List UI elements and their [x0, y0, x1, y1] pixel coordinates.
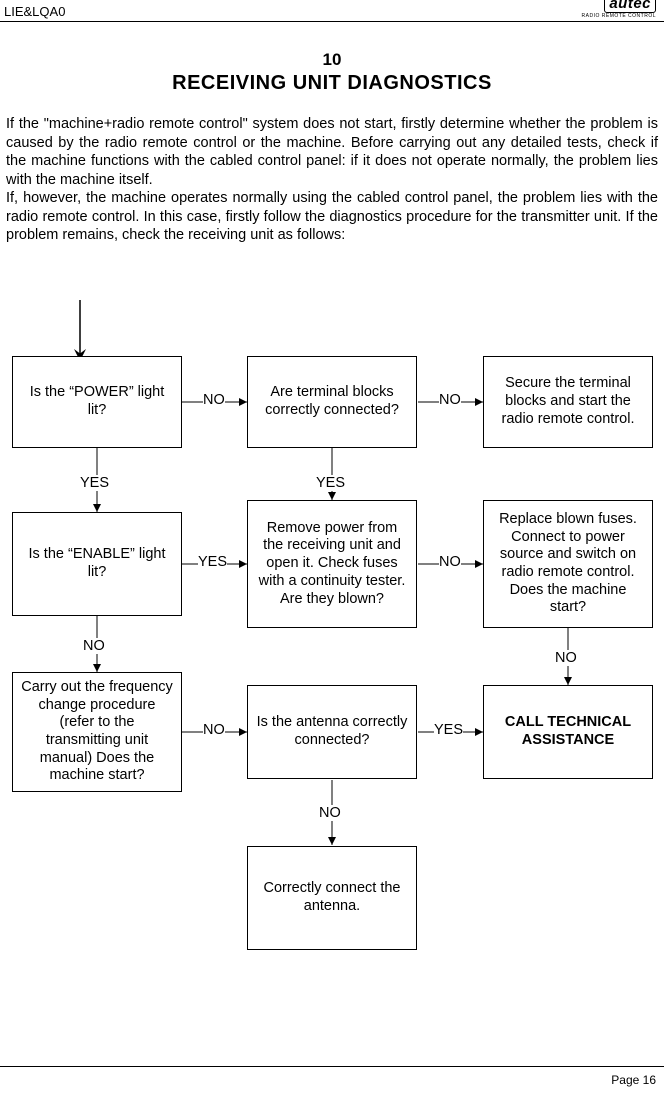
flow-box-connect: Correctly connect the antenna. — [247, 846, 417, 950]
logo-main-text: autec — [604, 0, 656, 13]
page-header: LIE&LQA0 autec RADIO REMOTE CONTROL — [0, 0, 664, 22]
doc-id: LIE&LQA0 — [4, 4, 65, 19]
flow-box-secure: Secure the terminal blocks and start the… — [483, 356, 653, 448]
footer-rule — [0, 1066, 664, 1067]
body-paragraph-1: If the "machine+radio remote control" sy… — [6, 115, 658, 189]
body-paragraph-2: If, however, the machine operates normal… — [6, 189, 658, 245]
flow-box-call: CALL TECHNICAL ASSISTANCE — [483, 685, 653, 779]
label-yes: YES — [316, 475, 345, 491]
page-number: Page 16 — [611, 1073, 656, 1087]
label-no: NO — [83, 638, 105, 654]
logo-sub-text: RADIO REMOTE CONTROL — [582, 14, 656, 19]
flow-box-power: Is the “POWER” light lit? — [12, 356, 182, 448]
label-no: NO — [555, 650, 577, 666]
flow-box-fuses: Remove power from the receiving unit and… — [247, 500, 417, 628]
flowchart: Is the “POWER” light lit? Are terminal b… — [0, 300, 664, 1020]
label-yes: YES — [198, 554, 227, 570]
flow-box-enable: Is the “ENABLE” light lit? — [12, 512, 182, 616]
flow-box-terminal: Are terminal blocks correctly connected? — [247, 356, 417, 448]
label-yes: YES — [80, 475, 109, 491]
brand-logo: autec RADIO REMOTE CONTROL — [582, 0, 656, 19]
section-title: RECEIVING UNIT DIAGNOSTICS — [0, 72, 664, 95]
label-no: NO — [203, 722, 225, 738]
flow-box-freq: Carry out the frequency change procedure… — [12, 672, 182, 792]
label-no: NO — [439, 392, 461, 408]
flow-box-antenna: Is the antenna correctly connected? — [247, 685, 417, 779]
label-no: NO — [319, 805, 341, 821]
label-yes: YES — [434, 722, 463, 738]
label-no: NO — [203, 392, 225, 408]
flow-box-replace: Replace blown fuses. Connect to power so… — [483, 500, 653, 628]
section-number: 10 — [0, 50, 664, 70]
label-no: NO — [439, 554, 461, 570]
